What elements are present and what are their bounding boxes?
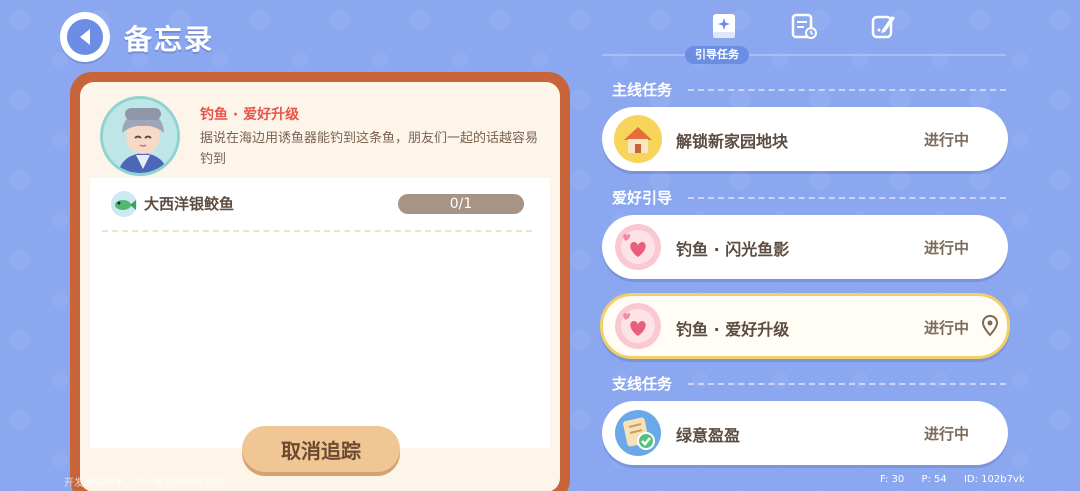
- back-arrow-icon: [67, 19, 103, 55]
- tab-guide-tasks[interactable]: [704, 10, 744, 46]
- task-card-unlock-home[interactable]: 解锁新家园地块 进行中: [602, 107, 1008, 171]
- task-label: 钓鱼 · 闪光鱼影: [676, 240, 790, 259]
- task-tabs: 引导任务: [602, 10, 1006, 64]
- heart-bubble-icon: [614, 223, 662, 271]
- active-tab-label: 引导任务: [685, 46, 749, 64]
- task-label: 绿意盈盈: [676, 426, 741, 445]
- fps-readout: F: 30: [880, 474, 905, 485]
- location-pin-icon: [981, 314, 999, 337]
- section-hobby-divider: [688, 197, 1006, 199]
- quest-title: 钓鱼 · 爱好升级: [200, 107, 300, 123]
- task-card-fishing-flash[interactable]: 钓鱼 · 闪光鱼影 进行中: [602, 215, 1008, 279]
- tabs-underline: [602, 54, 1006, 56]
- task-status: 进行中: [924, 239, 970, 257]
- quest-description: 据说在海边用诱鱼器能钓到这条鱼，朋友们一起的话越容易钓到: [200, 131, 539, 167]
- checklist-icon: [614, 409, 662, 457]
- npc-avatar: [100, 96, 180, 176]
- section-side-divider: [688, 383, 1006, 385]
- page-title: 备忘录: [124, 23, 215, 56]
- progress-text: 0/1: [449, 196, 473, 212]
- clipboard-icon: [790, 12, 818, 44]
- section-main-label: 主线任务: [612, 81, 673, 99]
- task-label: 钓鱼 · 爱好升级: [676, 320, 790, 339]
- objective-progress-bar: 0/1: [398, 194, 524, 214]
- objective-label: 大西洋银鲛鱼: [144, 195, 235, 213]
- quest-detail-content: 钓鱼 · 爱好升级 据说在海边用诱鱼器能钓到这条鱼，朋友们一起的话越容易钓到 大…: [80, 82, 560, 491]
- section-main-divider: [688, 89, 1006, 91]
- task-status: 进行中: [924, 425, 970, 443]
- task-book-icon: [711, 12, 737, 44]
- objective-list: 大西洋银鲛鱼 0/1: [90, 178, 550, 448]
- debug-stats: F: 30 P: 54 ID: 102b7vk: [880, 474, 1039, 485]
- section-hobby-label: 爱好引导: [612, 189, 673, 207]
- tab-daily-tasks[interactable]: [784, 10, 824, 46]
- task-card-green[interactable]: 绿意盈盈 进行中: [602, 401, 1008, 465]
- dev-watermark: 开发测试版本，不代表游戏最终品质: [64, 478, 224, 489]
- fish-icon: [110, 190, 138, 218]
- untrack-button[interactable]: 取消追踪: [242, 426, 400, 472]
- divider: [102, 230, 532, 232]
- task-card-fishing-upgrade[interactable]: 钓鱼 · 爱好升级 进行中: [600, 293, 1010, 359]
- heart-bubble-icon: [614, 302, 662, 350]
- task-label: 解锁新家园地块: [676, 132, 789, 151]
- quest-detail-panel: 钓鱼 · 爱好升级 据说在海边用诱鱼器能钓到这条鱼，朋友们一起的话越容易钓到 大…: [70, 72, 570, 491]
- note-pencil-icon: [870, 12, 898, 44]
- house-icon: [614, 115, 662, 163]
- session-id: ID: 102b7vk: [963, 474, 1025, 485]
- task-status: 进行中: [924, 131, 970, 149]
- back-button[interactable]: [60, 12, 110, 62]
- tab-notes[interactable]: [864, 10, 904, 46]
- section-side-label: 支线任务: [612, 375, 673, 393]
- objective-row: 大西洋银鲛鱼 0/1: [90, 178, 550, 228]
- ping-readout: P: 54: [921, 474, 947, 485]
- task-status: 进行中: [924, 319, 970, 337]
